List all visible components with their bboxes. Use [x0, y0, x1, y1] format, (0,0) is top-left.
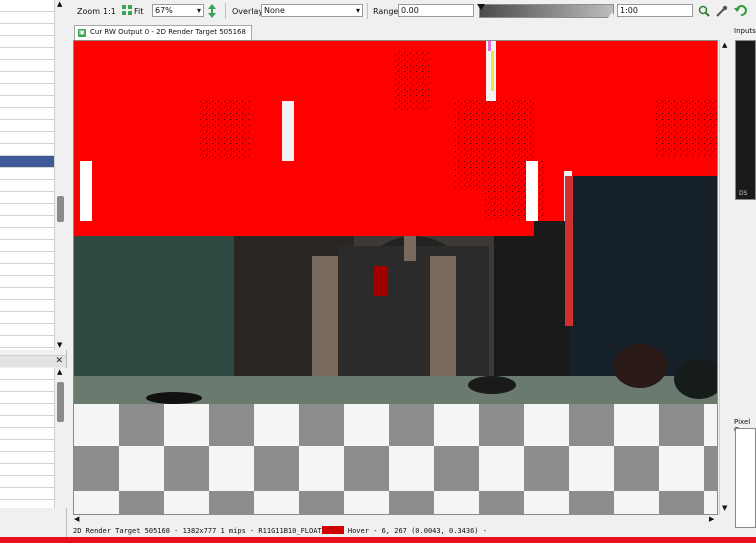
lower-list-scrollbar[interactable]: ▲ [54, 368, 67, 508]
list-item[interactable] [0, 440, 54, 452]
list-item[interactable] [0, 464, 54, 476]
flip-icon[interactable] [207, 4, 217, 18]
scroll-up-icon[interactable]: ▲ [57, 368, 62, 376]
event-list-scrollbar[interactable]: ▲ ▼ [54, 0, 67, 350]
toolbar-separator [367, 3, 368, 19]
status-bar: 2D Render Target 505168 - 1382x777 1 mip… [73, 525, 756, 537]
zoom-range-icon[interactable] [698, 5, 710, 19]
list-item[interactable] [0, 488, 54, 500]
list-item[interactable] [0, 36, 54, 48]
range-min-handle[interactable] [477, 4, 485, 10]
texture-viewport[interactable] [73, 40, 718, 515]
fit-button[interactable]: Fit [134, 7, 143, 16]
scrollbar-thumb[interactable] [57, 382, 64, 422]
scroll-down-icon[interactable]: ▼ [57, 341, 62, 349]
lower-list[interactable] [0, 368, 54, 508]
range-max-value: 1:00 [620, 6, 638, 15]
list-item[interactable] [0, 12, 54, 24]
scroll-left-icon[interactable]: ◀ [74, 515, 79, 523]
viewport-horizontal-scrollbar[interactable]: ◀ ▶ [73, 515, 731, 525]
list-item[interactable] [0, 380, 54, 392]
list-item[interactable] [0, 216, 54, 228]
overlay-label: Overlay [232, 7, 264, 16]
range-min-value: 0.00 [401, 6, 419, 15]
list-item[interactable] [0, 300, 54, 312]
zoom-select[interactable]: 67% ▾ [152, 4, 204, 17]
inputs-thumbnail[interactable] [735, 40, 756, 200]
list-item[interactable] [0, 72, 54, 84]
texture-icon: ▣ [78, 29, 86, 37]
zoom-value: 67% [155, 6, 173, 15]
bottom-accent-bar [0, 537, 756, 543]
zoom-1to1-button[interactable]: 1:1 [103, 7, 116, 16]
list-item-selected[interactable] [0, 156, 54, 168]
status-hover-info: Hover - 6, 267 (0.0043, 0.3436) - [343, 527, 487, 535]
list-item[interactable] [0, 48, 54, 60]
scrollbar-thumb[interactable] [57, 196, 64, 222]
scroll-up-icon[interactable]: ▲ [57, 0, 62, 8]
list-item[interactable] [0, 120, 54, 132]
scroll-up-icon[interactable]: ▲ [722, 41, 727, 49]
list-item[interactable] [0, 144, 54, 156]
list-item[interactable] [0, 96, 54, 108]
list-item[interactable] [0, 0, 54, 12]
list-item[interactable] [0, 368, 54, 380]
toolbar-separator [225, 3, 226, 19]
tab-render-target[interactable]: ▣ Cur RW Output 0 - 2D Render Target 505… [74, 25, 252, 40]
list-item[interactable] [0, 416, 54, 428]
list-item[interactable] [0, 324, 54, 336]
list-item[interactable] [0, 168, 54, 180]
list-item[interactable] [0, 276, 54, 288]
inputs-panel-title: Inputs [734, 27, 756, 35]
range-histogram-slider[interactable] [477, 4, 616, 18]
scroll-down-icon[interactable]: ▼ [722, 504, 727, 512]
list-item[interactable] [0, 84, 54, 96]
list-item[interactable] [0, 392, 54, 404]
close-icon[interactable]: ✕ [55, 356, 63, 366]
pixel-context-view[interactable] [735, 428, 756, 528]
status-texture-info: 2D Render Target 505168 - 1382x777 1 mip… [73, 527, 322, 535]
list-item[interactable] [0, 180, 54, 192]
list-item[interactable] [0, 228, 54, 240]
overlay-value: None [264, 6, 285, 15]
range-min-field[interactable]: 0.00 [398, 4, 474, 17]
list-item[interactable] [0, 476, 54, 488]
chevron-down-icon: ▾ [196, 6, 201, 15]
range-max-handle[interactable] [608, 12, 616, 18]
list-item[interactable] [0, 312, 54, 324]
chevron-down-icon: ▾ [355, 6, 360, 15]
render-target-image [74, 41, 717, 514]
event-list[interactable] [0, 0, 54, 350]
list-item[interactable] [0, 108, 54, 120]
list-item[interactable] [0, 24, 54, 36]
tab-bar: ▣ Cur RW Output 0 - 2D Render Target 505… [70, 24, 720, 40]
hover-color-swatch [321, 526, 344, 534]
range-label: Range [373, 7, 399, 16]
inputs-thumbnail-label: DS [739, 190, 748, 197]
zoom-label: Zoom [77, 7, 101, 16]
list-item[interactable] [0, 60, 54, 72]
list-item[interactable] [0, 336, 54, 348]
fit-icon[interactable] [122, 5, 132, 15]
list-item[interactable] [0, 452, 54, 464]
scroll-right-icon[interactable]: ▶ [709, 515, 714, 523]
list-item[interactable] [0, 252, 54, 264]
lower-panel-titlebar: ✕ [0, 355, 66, 367]
reset-range-icon[interactable] [734, 4, 748, 19]
list-item[interactable] [0, 428, 54, 440]
overlay-select[interactable]: None ▾ [261, 4, 363, 17]
list-item[interactable] [0, 288, 54, 300]
list-item[interactable] [0, 204, 54, 216]
list-item[interactable] [0, 192, 54, 204]
auto-fit-icon[interactable] [716, 5, 728, 19]
list-item[interactable] [0, 132, 54, 144]
range-max-field[interactable]: 1:00 [617, 4, 693, 17]
list-item[interactable] [0, 240, 54, 252]
list-item[interactable] [0, 264, 54, 276]
list-item[interactable] [0, 404, 54, 416]
tab-label: Cur RW Output 0 - 2D Render Target 50516… [90, 28, 246, 36]
